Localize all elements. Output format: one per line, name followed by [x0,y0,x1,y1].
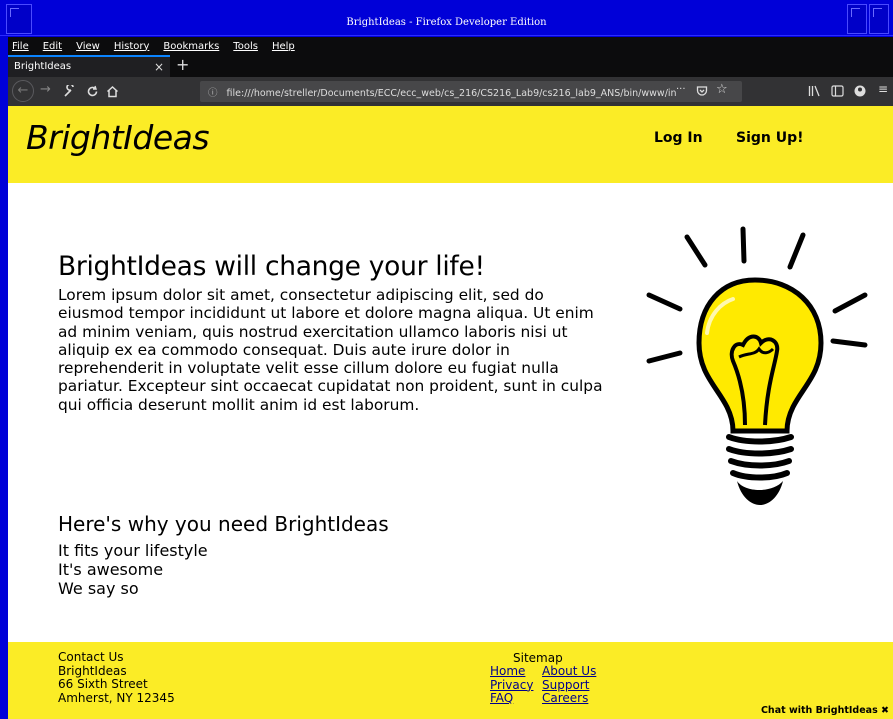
window-frame: BrightIdeas - Firefox Developer Edition … [0,0,893,719]
sitemap-heading: Sitemap [513,651,563,665]
bookmark-star-icon[interactable]: ☆ [716,82,728,97]
footer-link-careers[interactable]: Careers [542,691,602,706]
site-header: BrightIdeas Log In Sign Up! [8,106,893,183]
window-minimize-button[interactable] [847,4,867,34]
tab-label: BrightIdeas [14,61,72,72]
forward-icon[interactable]: → [40,82,51,97]
window-title: BrightIdeas - Firefox Developer Edition [346,17,547,28]
tab-bar: BrightIdeas × + [8,55,893,77]
sitemap-links: Home About Us Privacy Support FAQ Career… [490,664,602,706]
window-titlebar: BrightIdeas - Firefox Developer Edition [0,0,893,36]
new-tab-icon[interactable]: + [176,55,189,75]
signup-link[interactable]: Sign Up! [736,130,804,146]
info-icon[interactable]: ⓘ [208,88,218,99]
menu-help[interactable]: Help [272,41,295,52]
reload-icon[interactable] [86,85,99,98]
tab-close-icon[interactable]: × [154,60,164,74]
page-actions-icon[interactable]: ··· [676,84,686,95]
contact-block: Contact Us BrightIdeas 66 Sixth Street A… [58,650,175,705]
window-maximize-button[interactable] [869,4,889,34]
list-item: We say so [58,579,139,598]
list-item: It's awesome [58,560,164,579]
tab-brightideas[interactable]: BrightIdeas × [8,55,170,77]
footer-link-support[interactable]: Support [542,678,602,693]
back-icon[interactable]: ← [12,80,34,102]
contact-city: Amherst, NY 12345 [58,690,175,705]
site-footer: Contact Us BrightIdeas 66 Sixth Street A… [8,642,893,719]
browser: File Edit View History Bookmarks Tools H… [8,37,893,719]
menu-view[interactable]: View [76,41,100,52]
site-logo[interactable]: BrightIdeas [26,118,210,157]
menu-edit[interactable]: Edit [43,41,62,52]
pocket-icon[interactable] [696,85,708,97]
wrench-icon[interactable] [63,85,76,98]
list-item: It fits your lifestyle [58,541,208,560]
library-icon[interactable] [808,85,821,97]
menu-history[interactable]: History [114,41,150,52]
url-text: file:///home/streller/Documents/ECC/ecc_… [226,88,677,99]
footer-link-about[interactable]: About Us [542,664,602,679]
account-icon[interactable] [854,85,866,97]
url-bar[interactable]: ⓘ file:///home/streller/Documents/ECC/ec… [200,81,742,102]
footer-link-privacy[interactable]: Privacy [490,678,542,693]
page-viewport: BrightIdeas Log In Sign Up! BrightIdeas … [8,106,893,719]
menu-bar: File Edit View History Bookmarks Tools H… [8,37,893,55]
hamburger-menu-icon[interactable]: ≡ [878,82,888,96]
sidebar-icon[interactable] [831,85,844,97]
contact-heading: Contact Us [58,650,124,664]
menu-bookmarks[interactable]: Bookmarks [163,41,219,52]
home-icon[interactable] [106,85,119,98]
why-title: Here's why you need BrightIdeas [58,512,389,536]
login-link[interactable]: Log In [654,130,703,146]
navigation-bar: ← → ⓘ file:///home/streller/Documents/EC… [8,77,893,106]
footer-link-home[interactable]: Home [490,664,542,679]
hero-title: BrightIdeas will change your life! [58,251,485,282]
footer-link-faq[interactable]: FAQ [490,691,542,706]
menu-file[interactable]: File [12,41,29,52]
why-list: It fits your lifestyle It's awesome We s… [58,541,208,598]
chat-widget-button[interactable]: Chat with BrightIdeas ✖ [761,705,889,716]
hero-text: Lorem ipsum dolor sit amet, consectetur … [58,286,603,414]
menu-tools[interactable]: Tools [233,41,258,52]
lightbulb-icon [646,226,868,505]
contact-street: 66 Sixth Street [58,677,148,691]
contact-company: BrightIdeas [58,663,127,678]
